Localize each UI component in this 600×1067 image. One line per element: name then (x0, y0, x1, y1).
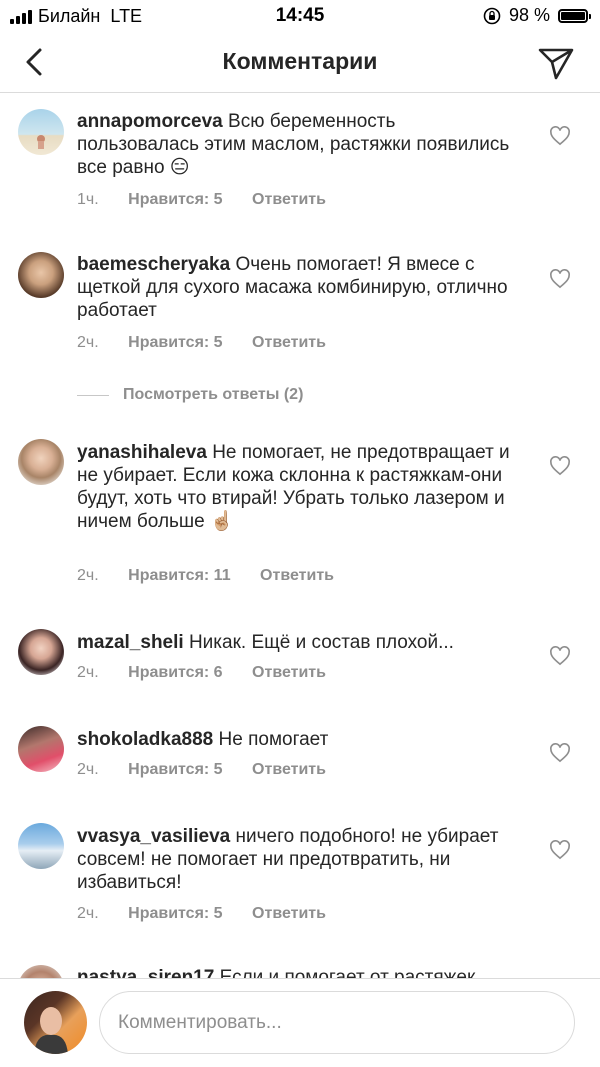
comment-text: Никак. Ещё и состав плохой... (188, 632, 454, 653)
comment-time: 2ч. (77, 567, 99, 584)
comment-username[interactable]: annapomorceva (77, 111, 223, 132)
comment-time: 2ч. (77, 664, 99, 681)
comment-time: 2ч. (77, 905, 99, 922)
avatar (24, 991, 87, 1054)
avatar[interactable] (18, 629, 64, 675)
avatar[interactable] (18, 109, 64, 155)
reply-button[interactable]: Ответить (252, 334, 326, 351)
page-title: Комментарии (222, 48, 378, 74)
status-bar: Билайн LTE 14:45 98 % (0, 0, 600, 32)
comment-likes[interactable]: Нравится: 5 (128, 191, 222, 208)
comment-likes[interactable]: Нравится: 6 (128, 664, 222, 681)
reply-button[interactable]: Ответить (252, 905, 326, 922)
paper-plane-icon[interactable] (536, 42, 576, 82)
orientation-lock-icon (483, 7, 501, 24)
comment-likes[interactable]: Нравится: 11 (128, 567, 230, 584)
comment-text: Не помогает (218, 729, 329, 750)
heart-icon[interactable] (549, 456, 571, 476)
heart-icon[interactable] (549, 646, 571, 666)
divider (77, 394, 109, 396)
comment-likes[interactable]: Нравится: 5 (128, 761, 222, 778)
view-replies-label: Посмотреть ответы (2) (123, 386, 304, 403)
header: Комментарии (0, 32, 600, 93)
comment-likes[interactable]: Нравится: 5 (128, 334, 222, 351)
reply-button[interactable]: Ответить (252, 761, 326, 778)
reply-button[interactable]: Ответить (252, 191, 326, 208)
comment-time: 1ч. (77, 191, 99, 208)
reply-button[interactable]: Ответить (252, 664, 326, 681)
reply-button[interactable]: Ответить (260, 567, 334, 584)
avatar[interactable] (18, 726, 64, 772)
comment-composer (0, 978, 600, 1067)
avatar[interactable] (18, 252, 64, 298)
avatar[interactable] (18, 439, 64, 485)
comment-username[interactable]: shokoladka888 (77, 729, 213, 750)
view-replies-button[interactable]: Посмотреть ответы (2) (77, 386, 303, 404)
comment-username[interactable]: yanashihaleva (77, 442, 207, 463)
heart-icon[interactable] (549, 269, 571, 289)
avatar[interactable] (18, 823, 64, 869)
comment-time: 2ч. (77, 761, 99, 778)
heart-icon[interactable] (549, 840, 571, 860)
comment-input[interactable] (99, 991, 575, 1054)
comment-username[interactable]: vvasya_vasilieva (77, 826, 230, 847)
comment-username[interactable]: baemescheryaka (77, 254, 230, 275)
comment-username[interactable]: mazal_sheli (77, 632, 184, 653)
battery-icon (558, 8, 591, 23)
heart-icon[interactable] (549, 126, 571, 146)
comment-likes[interactable]: Нравится: 5 (128, 905, 222, 922)
battery-percent: 98 % (508, 5, 550, 25)
comment-time: 2ч. (77, 334, 99, 351)
heart-icon[interactable] (549, 743, 571, 763)
